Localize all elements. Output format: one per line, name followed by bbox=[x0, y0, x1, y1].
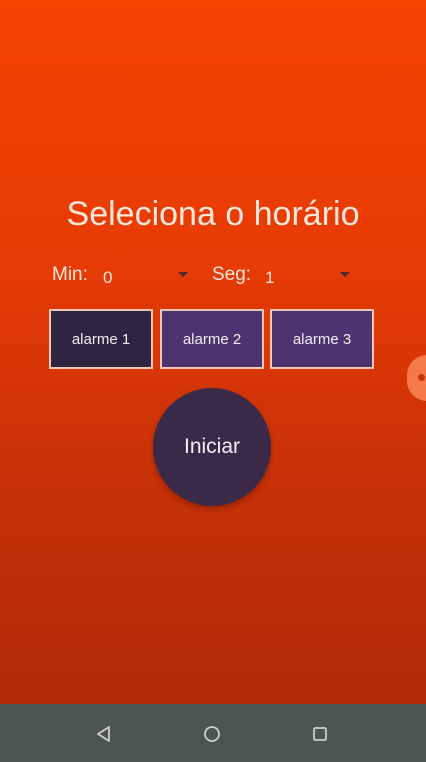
back-icon bbox=[97, 726, 110, 742]
floating-edge-handle[interactable] bbox=[407, 355, 426, 401]
system-nav-bar bbox=[0, 704, 426, 762]
page-title: Seleciona o horário bbox=[66, 195, 360, 233]
seg-value: 1 bbox=[265, 268, 275, 287]
seg-dropdown-arrow-icon bbox=[340, 272, 350, 277]
handle-dot-icon bbox=[418, 374, 425, 381]
alarm-1-button[interactable]: alarme 1 bbox=[49, 309, 153, 369]
min-value: 0 bbox=[103, 268, 113, 287]
start-button[interactable]: Iniciar bbox=[153, 388, 271, 506]
min-label: Min: bbox=[52, 264, 88, 285]
recents-icon bbox=[313, 727, 327, 741]
min-spinner[interactable]: 0 bbox=[100, 262, 192, 292]
time-selector: Min: 0 Seg: 1 bbox=[0, 262, 426, 292]
min-dropdown-arrow-icon bbox=[178, 272, 188, 277]
seg-spinner[interactable]: 1 bbox=[262, 262, 354, 292]
home-icon bbox=[204, 726, 220, 742]
seg-label: Seg: bbox=[212, 264, 252, 285]
back-button[interactable] bbox=[88, 718, 120, 750]
alarm-2-button[interactable]: alarme 2 bbox=[160, 309, 264, 369]
recents-button[interactable] bbox=[304, 718, 336, 750]
alarm-3-button[interactable]: alarme 3 bbox=[270, 309, 374, 369]
app-screen: Seleciona o horário Min: 0 Seg: 1 alarme… bbox=[0, 0, 426, 762]
home-button[interactable] bbox=[196, 718, 228, 750]
